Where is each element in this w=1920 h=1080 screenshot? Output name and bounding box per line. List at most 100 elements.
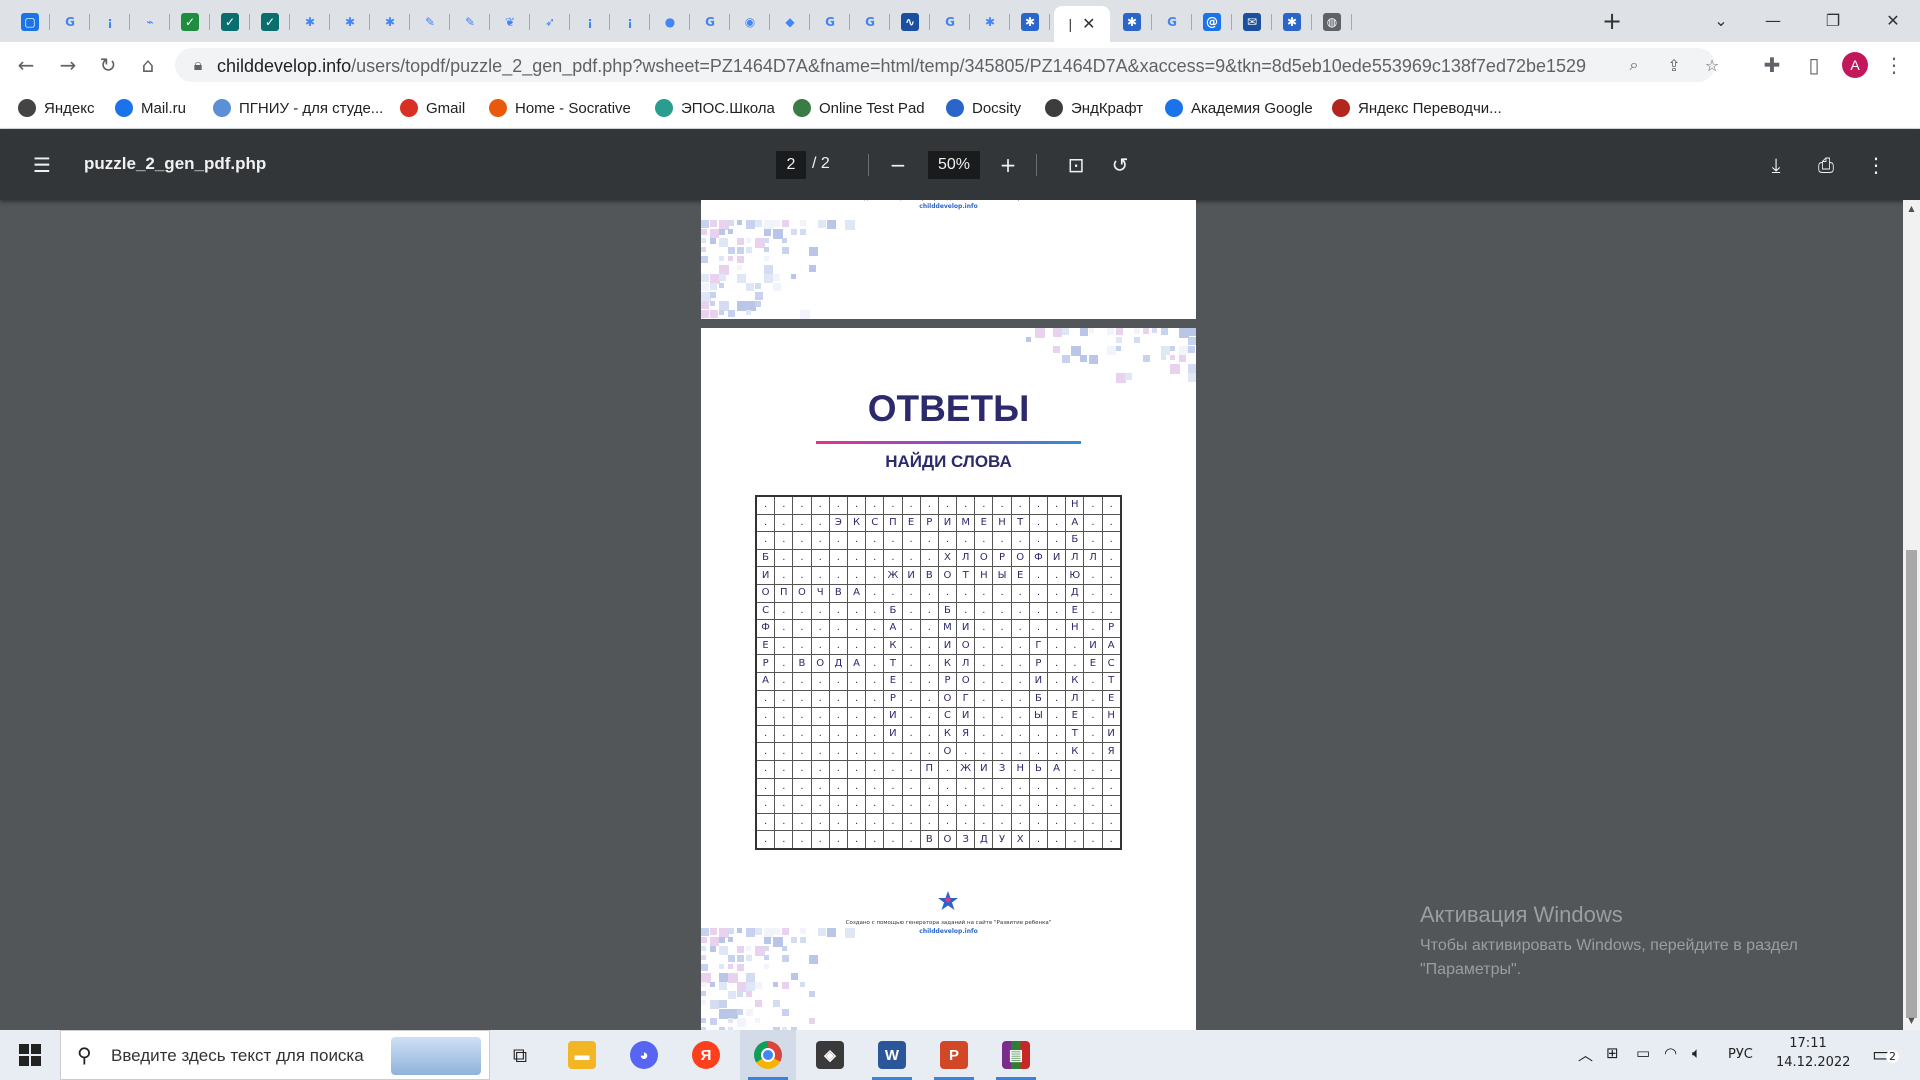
- url-text[interactable]: childdevelop.info/users/topdf/puzzle_2_g…: [217, 56, 1586, 77]
- zoom-search-icon[interactable]: ⌕: [1623, 54, 1645, 76]
- page1-footer-link[interactable]: childdevelop.info: [701, 203, 1196, 210]
- browser-menu-icon[interactable]: ⋮: [1880, 51, 1908, 79]
- browser-tab[interactable]: @: [1192, 6, 1232, 38]
- browser-tab[interactable]: ⌁: [130, 6, 170, 38]
- bookmark-star-icon[interactable]: ☆: [1701, 54, 1723, 76]
- browser-tab[interactable]: ✱: [1112, 6, 1152, 38]
- browser-tab[interactable]: ✱: [330, 6, 370, 38]
- bookmark-item[interactable]: Академия Google: [1165, 97, 1313, 119]
- close-tab-icon[interactable]: ✕: [1082, 14, 1095, 34]
- taskbar-yandex[interactable]: Я: [678, 1030, 734, 1080]
- browser-tab[interactable]: ▢: [10, 6, 50, 38]
- active-tab[interactable]: | ✕: [1054, 6, 1110, 42]
- battery-icon[interactable]: ▭: [1636, 1044, 1650, 1062]
- notifications-button[interactable]: ▭ 2: [1872, 1042, 1899, 1066]
- taskbar-chrome[interactable]: [740, 1030, 796, 1080]
- taskbar-discord[interactable]: ◕: [616, 1030, 672, 1080]
- taskbar-explorer[interactable]: ▬: [554, 1030, 610, 1080]
- decor-square: [701, 991, 706, 996]
- scroll-thumb[interactable]: [1906, 550, 1917, 1018]
- close-window-button[interactable]: ✕: [1868, 0, 1918, 40]
- browser-tab[interactable]: G: [930, 6, 970, 38]
- share-icon[interactable]: ⇪: [1663, 54, 1685, 76]
- browser-tab[interactable]: ✉: [1232, 6, 1272, 38]
- browser-tab[interactable]: G: [690, 6, 730, 38]
- browser-tab[interactable]: ◉: [730, 6, 770, 38]
- bookmark-item[interactable]: ЭндКрафт: [1045, 97, 1143, 119]
- browser-tab[interactable]: ✱: [1272, 6, 1312, 38]
- browser-tab[interactable]: G: [1152, 6, 1192, 38]
- forward-button[interactable]: →: [54, 51, 82, 79]
- start-button[interactable]: [0, 1030, 60, 1080]
- new-tab-button[interactable]: +: [1600, 7, 1624, 35]
- bookmark-item[interactable]: Online Test Pad: [793, 97, 925, 119]
- download-button[interactable]: ⤓: [1762, 151, 1790, 179]
- back-button[interactable]: ←: [12, 51, 40, 79]
- bookmark-item[interactable]: ПГНИУ - для студе...: [213, 97, 383, 119]
- bookmark-item[interactable]: Mail.ru: [115, 97, 186, 119]
- zoom-level-input[interactable]: 50%: [928, 151, 980, 179]
- rotate-button[interactable]: ↺: [1106, 151, 1134, 179]
- scroll-down-arrow[interactable]: ▼: [1906, 1016, 1917, 1026]
- browser-tab[interactable]: ➶: [530, 6, 570, 38]
- taskbar-winrar[interactable]: ▤: [988, 1030, 1044, 1080]
- browser-tab[interactable]: ∿: [890, 6, 930, 38]
- bookmark-item[interactable]: Docsity: [946, 97, 1021, 119]
- browser-tab[interactable]: ✓: [210, 6, 250, 38]
- fit-page-button[interactable]: ⊡: [1062, 151, 1090, 179]
- menu-icon[interactable]: ☰: [28, 151, 56, 179]
- extensions-icon[interactable]: ✚: [1758, 51, 1786, 79]
- page-number-input[interactable]: 2: [776, 151, 806, 179]
- tray-chevron-icon[interactable]: ︿: [1578, 1044, 1593, 1065]
- decor-square: [773, 220, 780, 227]
- taskbar-powerpoint[interactable]: P: [926, 1030, 982, 1080]
- bookmark-item[interactable]: ЭПОС.Школа: [655, 97, 775, 119]
- print-button[interactable]: ⎙: [1812, 151, 1840, 179]
- browser-tab[interactable]: ¡: [610, 6, 650, 38]
- wifi-icon[interactable]: ◠: [1664, 1044, 1677, 1062]
- zoom-in-button[interactable]: +: [994, 151, 1022, 179]
- clock[interactable]: 17:11 14.12.2022: [1776, 1036, 1850, 1070]
- minimize-button[interactable]: —: [1748, 0, 1798, 40]
- browser-tab[interactable]: ¡: [570, 6, 610, 38]
- browser-tab[interactable]: ✱: [370, 6, 410, 38]
- bookmark-item[interactable]: Home - Socrative: [489, 97, 631, 119]
- language-indicator[interactable]: РУС: [1728, 1047, 1753, 1062]
- browser-tab[interactable]: ✱: [290, 6, 330, 38]
- browser-tab[interactable]: ✓: [170, 6, 210, 38]
- scroll-up-arrow[interactable]: ▲: [1906, 204, 1917, 214]
- browser-tab[interactable]: G: [810, 6, 850, 38]
- browser-tab[interactable]: ◆: [770, 6, 810, 38]
- browser-tab[interactable]: ✓: [250, 6, 290, 38]
- scrollbar[interactable]: ▲ ▼: [1903, 200, 1920, 1030]
- bookmark-item[interactable]: Яндекс Переводчи...: [1332, 97, 1502, 119]
- browser-tab[interactable]: ✎: [450, 6, 490, 38]
- bookmark-item[interactable]: Gmail: [400, 97, 465, 119]
- browser-tab[interactable]: ¡: [90, 6, 130, 38]
- bookmark-item[interactable]: Яндекс: [18, 97, 94, 119]
- taskbar-tanks[interactable]: ◈: [802, 1030, 858, 1080]
- address-bar[interactable]: 🔒︎ childdevelop.info/users/topdf/puzzle_…: [175, 48, 1719, 82]
- task-view-button[interactable]: ⧉: [492, 1030, 548, 1080]
- home-button[interactable]: ⌂: [134, 51, 162, 79]
- browser-tab[interactable]: G: [50, 6, 90, 38]
- browser-tab[interactable]: ❦: [490, 6, 530, 38]
- browser-tab[interactable]: ✱: [970, 6, 1010, 38]
- taskbar-word[interactable]: W: [864, 1030, 920, 1080]
- tray-app-icon[interactable]: ⊞: [1606, 1044, 1619, 1062]
- browser-tab[interactable]: G: [850, 6, 890, 38]
- lock-icon[interactable]: 🔒︎: [187, 54, 209, 76]
- browser-tab[interactable]: ✱: [1010, 6, 1050, 38]
- browser-tab[interactable]: ◍: [1312, 6, 1352, 38]
- side-panel-icon[interactable]: ▯: [1800, 51, 1828, 79]
- taskbar-search[interactable]: ⚲ Введите здесь текст для поиска: [60, 1030, 490, 1080]
- browser-tab[interactable]: ●: [650, 6, 690, 38]
- volume-icon[interactable]: 🔈︎: [1692, 1044, 1701, 1062]
- avatar[interactable]: A: [1842, 52, 1868, 78]
- browser-tab[interactable]: ✎: [410, 6, 450, 38]
- reload-button[interactable]: ↻: [94, 51, 122, 79]
- tab-search-icon[interactable]: ⌄: [1696, 0, 1746, 40]
- maximize-button[interactable]: ❐: [1808, 0, 1858, 40]
- zoom-out-button[interactable]: −: [884, 151, 912, 179]
- more-actions-button[interactable]: ⋮: [1862, 151, 1890, 179]
